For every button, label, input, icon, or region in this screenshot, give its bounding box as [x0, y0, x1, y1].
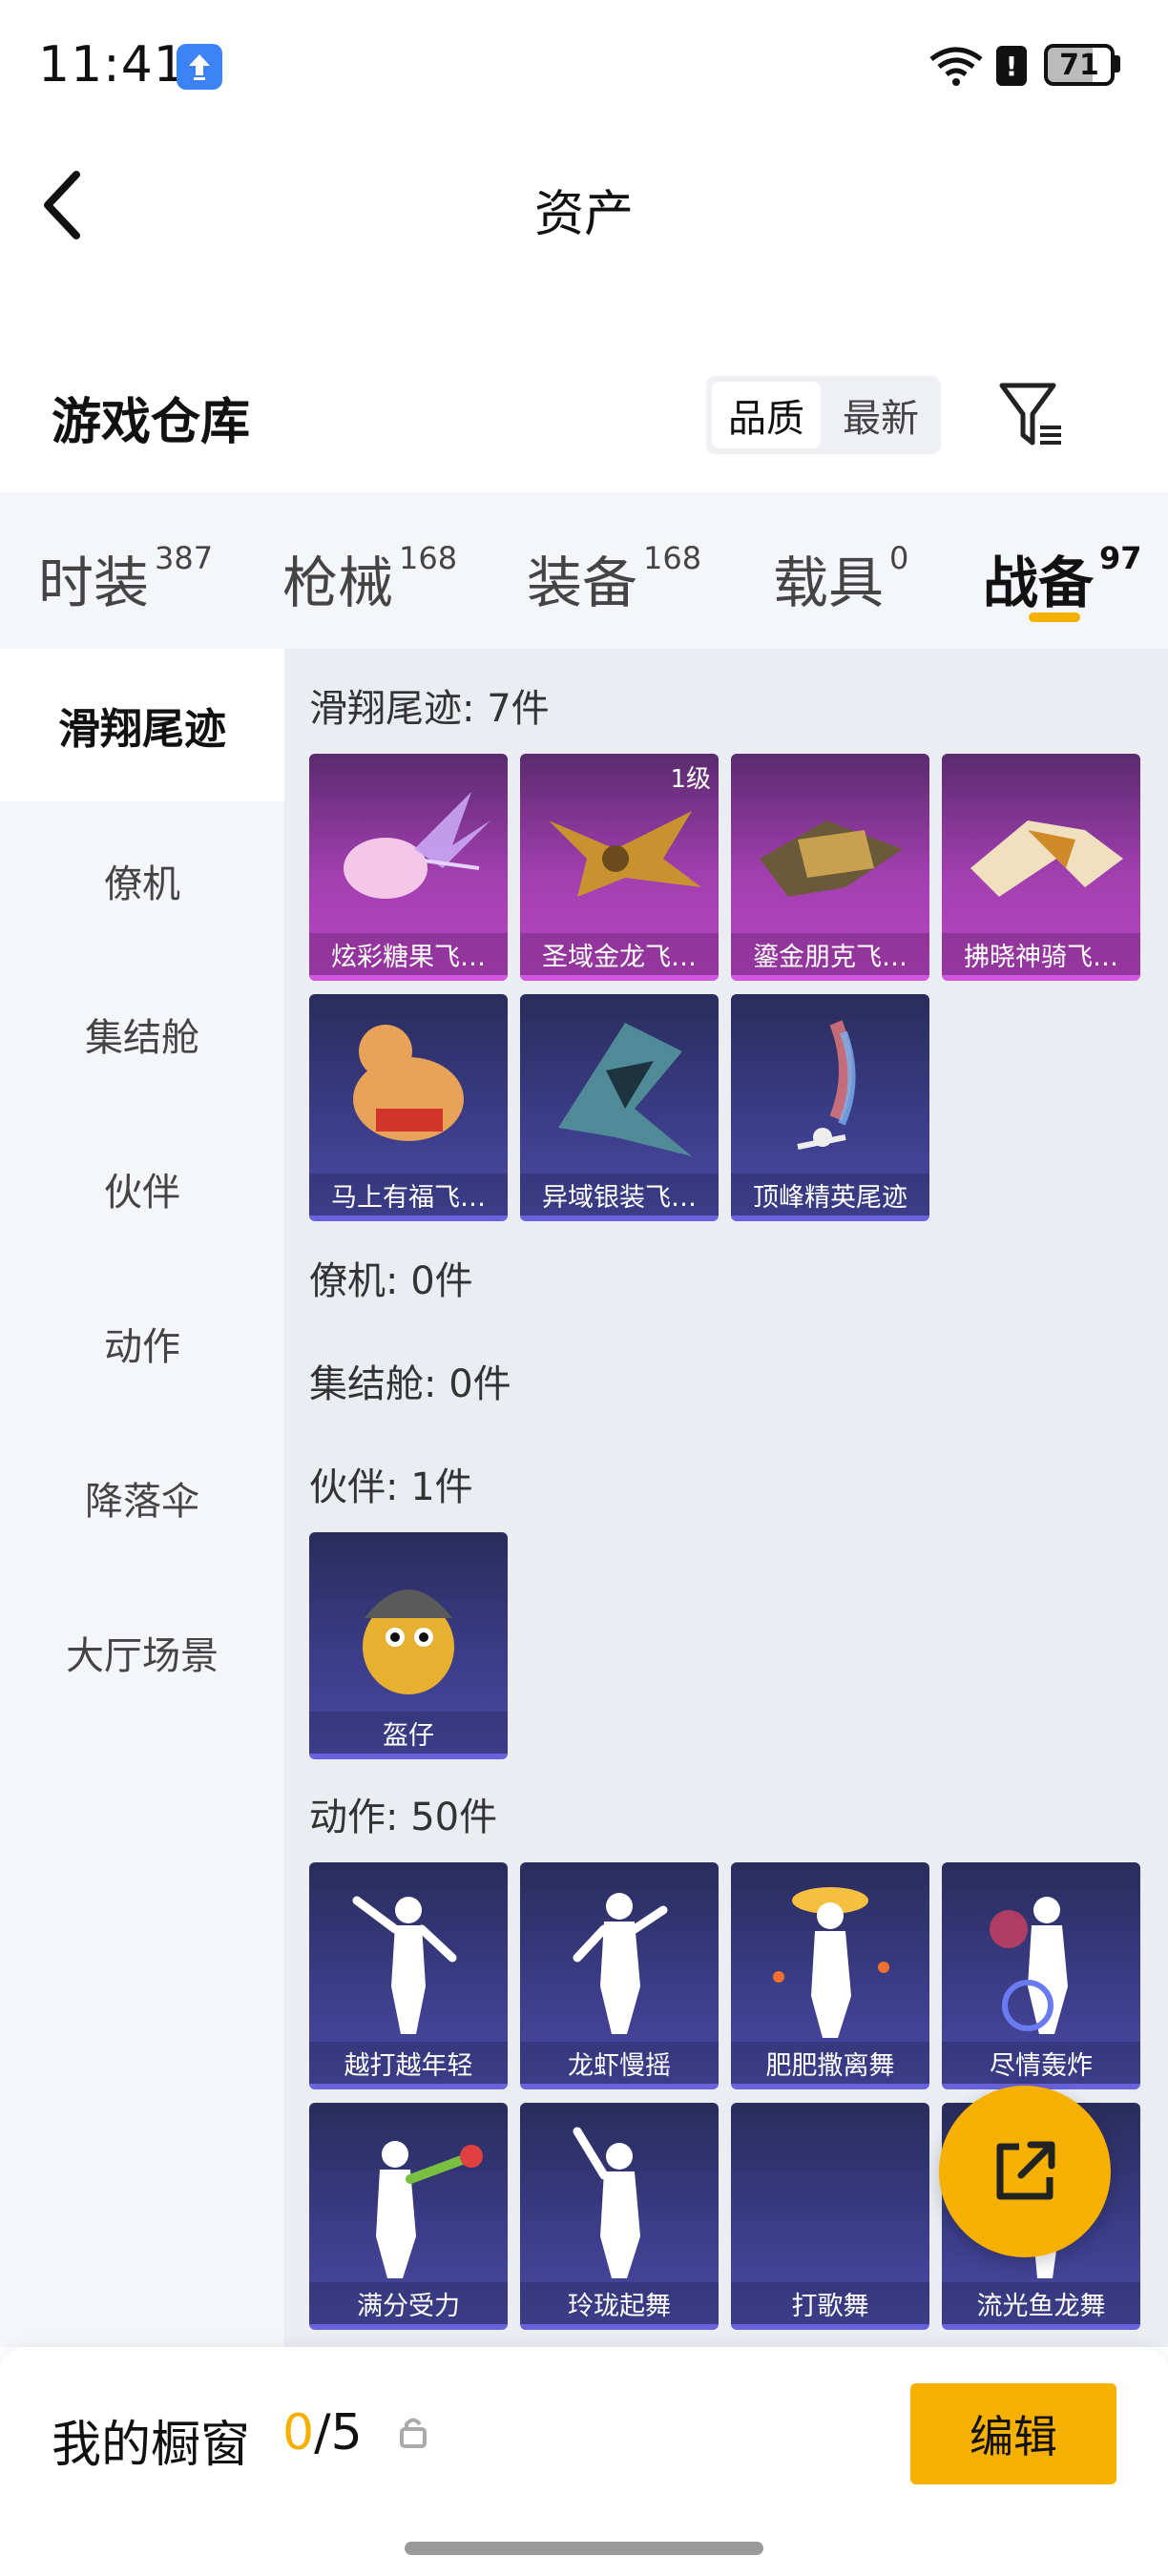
battery-icon: 71 — [1044, 44, 1115, 86]
dawn-rider-glider-icon — [970, 821, 1123, 897]
item-card[interactable]: 玲珑起舞 — [520, 2103, 719, 2330]
share-button[interactable] — [939, 2086, 1111, 2257]
elite-trail-icon — [797, 1020, 856, 1150]
item-label: 玲珑起舞 — [520, 2282, 719, 2324]
side-item-partner[interactable]: 伙伴 — [0, 1112, 284, 1265]
active-tab-indicator — [1029, 613, 1080, 622]
item-label: 尽情轰炸 — [942, 2042, 1140, 2084]
tab-fashion[interactable]: 时装 387 — [38, 538, 213, 618]
page-title: 资产 — [533, 186, 634, 243]
item-card[interactable]: 越打越年轻 — [309, 1862, 508, 2089]
item-card[interactable]: 盔仔 — [309, 1532, 508, 1759]
wingman-section-title: 僚机: 0件 — [309, 1259, 473, 1303]
tab-equipment[interactable]: 装备 168 — [527, 538, 701, 618]
status-time: 11:41 — [38, 36, 186, 93]
app-notification-icon — [177, 44, 222, 90]
item-label: 圣域金龙飞… — [520, 933, 719, 975]
lucky-horse-glider-icon — [353, 1025, 464, 1141]
category-tab-bar: 时装 387 枪械 168 装备 168 载具 0 战备 97 — [0, 492, 1168, 649]
item-card[interactable]: 马上有福飞… — [309, 994, 508, 1221]
level-badge: 1级 — [670, 765, 711, 794]
item-label: 肥肥撒离舞 — [731, 2042, 929, 2084]
dance-figure-icon — [352, 1896, 457, 2034]
item-label: 打歌舞 — [731, 2282, 929, 2324]
lock-icon — [399, 2416, 428, 2452]
item-card[interactable]: 打歌舞 — [731, 2103, 929, 2330]
item-label: 盔仔 — [309, 1712, 508, 1754]
capsule-section-title: 集结舱: 0件 — [309, 1362, 511, 1406]
item-label: 异域银装飞… — [520, 1174, 719, 1215]
item-card[interactable]: 鎏金朋克飞… — [731, 754, 929, 981]
item-card[interactable]: 拂晓神骑飞… — [942, 754, 1140, 981]
side-item-capsule[interactable]: 集结舱 — [0, 958, 284, 1111]
filter-icon — [999, 383, 1061, 446]
sim-alert-icon: ! — [996, 46, 1027, 86]
chevron-left-icon — [44, 171, 80, 239]
sort-toggle: 品质 最新 — [706, 376, 941, 454]
candy-glider-icon — [344, 792, 490, 899]
item-card[interactable]: 满分受力 — [309, 2103, 508, 2330]
item-card[interactable]: 顶峰精英尾迹 — [731, 994, 929, 1221]
showcase-label: 我的橱窗 — [52, 2417, 251, 2474]
dance-figure-icon — [376, 2141, 483, 2278]
item-label: 炫彩糖果飞… — [309, 933, 508, 975]
glide-section-title: 滑翔尾迹: 7件 — [309, 687, 550, 731]
silver-exotic-glider-icon — [558, 1023, 692, 1156]
sort-quality-button[interactable]: 品质 — [712, 382, 821, 448]
item-card[interactable]: 尽情轰炸 — [942, 1862, 1140, 2089]
wifi-icon — [928, 46, 985, 92]
item-label: 鎏金朋克飞… — [731, 933, 929, 975]
side-item-emote[interactable]: 动作 — [0, 1267, 284, 1420]
item-card[interactable]: 炫彩糖果飞… — [309, 754, 508, 981]
item-card[interactable]: 龙虾慢摇 — [520, 1862, 719, 2089]
dance-figure-icon — [773, 1887, 889, 2038]
item-label: 龙虾慢摇 — [520, 2042, 719, 2084]
helmet-chick-icon — [363, 1589, 454, 1694]
tab-guns[interactable]: 枪械 168 — [282, 538, 457, 618]
item-label: 越打越年轻 — [309, 2042, 508, 2084]
item-card[interactable]: 1级 圣域金龙飞… — [520, 754, 719, 981]
side-item-parachute[interactable]: 降落伞 — [0, 1422, 284, 1574]
sort-newest-button[interactable]: 最新 — [826, 382, 935, 448]
item-label: 流光鱼龙舞 — [942, 2282, 1140, 2324]
share-icon — [996, 2141, 1055, 2200]
side-item-glide-trail[interactable]: 滑翔尾迹 — [0, 649, 284, 801]
dance-figure-icon — [990, 1897, 1068, 2034]
item-label: 马上有福飞… — [309, 1174, 508, 1215]
dance-figure-icon — [573, 2127, 640, 2278]
home-indicator[interactable] — [405, 2542, 763, 2555]
tab-vehicles[interactable]: 载具 0 — [773, 538, 908, 618]
back-button[interactable] — [38, 162, 105, 248]
battery-tip — [1115, 55, 1120, 73]
partner-section-title: 伙伴: 1件 — [309, 1465, 473, 1509]
item-card[interactable]: 肥肥撒离舞 — [731, 1862, 929, 2089]
item-card[interactable]: 异域银装飞… — [520, 994, 719, 1221]
item-label: 满分受力 — [309, 2282, 508, 2324]
tab-battle-gear[interactable]: 战备 97 — [983, 538, 1142, 618]
side-item-lobby-scene[interactable]: 大厅场景 — [0, 1576, 284, 1729]
section-title: 游戏仓库 — [52, 394, 251, 451]
emote-section-title: 动作: 50件 — [309, 1796, 498, 1839]
item-label: 拂晓神骑飞… — [942, 933, 1140, 975]
edit-button[interactable]: 编辑 — [910, 2383, 1116, 2484]
item-label: 顶峰精英尾迹 — [731, 1174, 929, 1215]
side-nav: 滑翔尾迹 僚机 集结舱 伙伴 动作 降落伞 大厅场景 — [0, 649, 284, 2347]
gilded-punk-glider-icon — [760, 821, 903, 897]
dance-figure-icon — [573, 1893, 668, 2034]
filter-button[interactable] — [998, 380, 1065, 450]
showcase-count: 0/5 — [282, 2404, 363, 2462]
side-item-wingman[interactable]: 僚机 — [0, 804, 284, 957]
